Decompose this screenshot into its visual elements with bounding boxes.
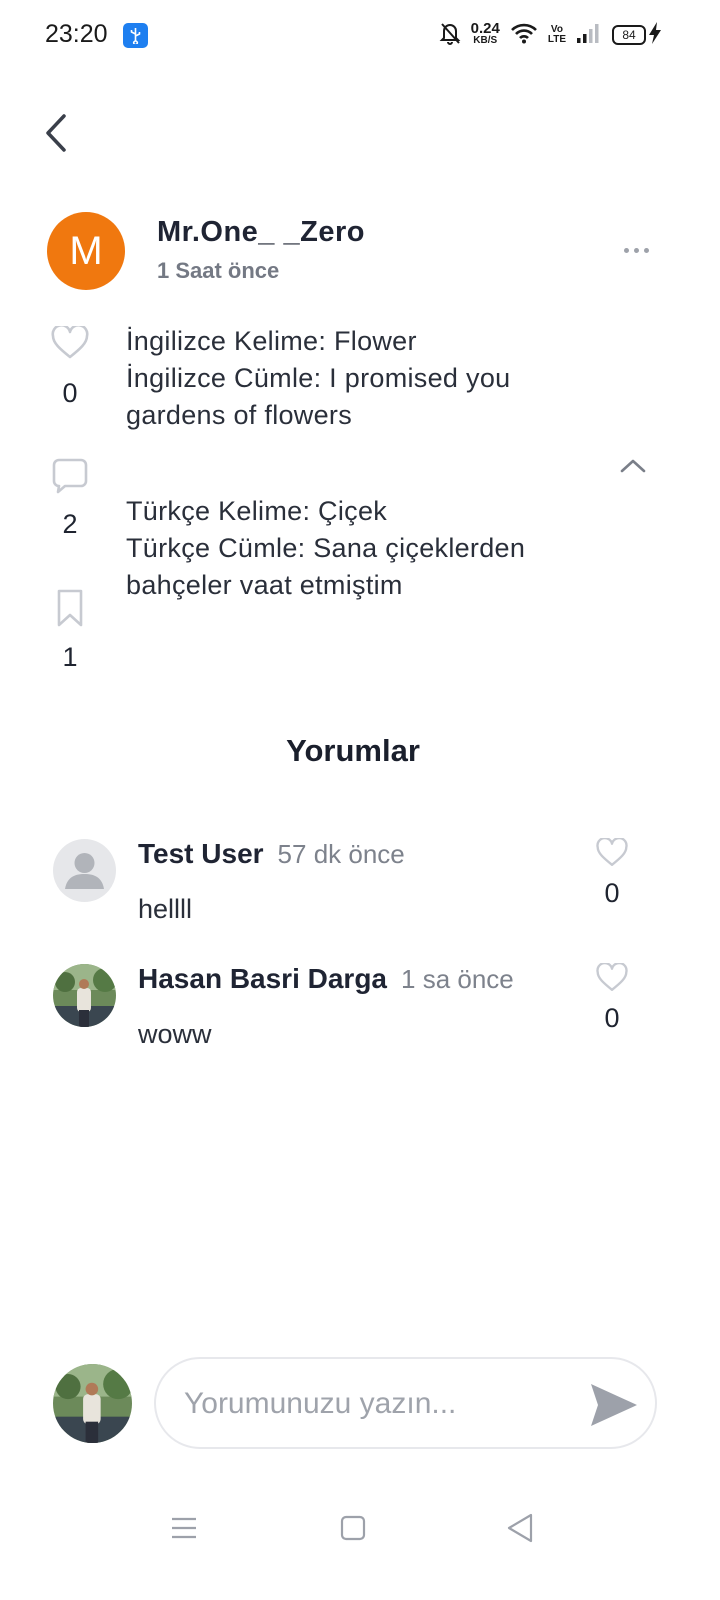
text-line: Türkçe Kelime: Çiçek bbox=[126, 496, 388, 526]
comment-like-count: 0 bbox=[604, 878, 620, 908]
text-line: gardens of flowers bbox=[126, 400, 353, 430]
square-icon bbox=[340, 1515, 366, 1541]
nav-back-button[interactable] bbox=[500, 1508, 540, 1548]
comment-avatar[interactable] bbox=[53, 964, 116, 1027]
heart-icon bbox=[596, 838, 628, 866]
network-speed: 0.24 KB/S bbox=[470, 20, 500, 47]
comment-count: 2 bbox=[62, 509, 78, 539]
speed-value: 0.24 bbox=[470, 20, 500, 37]
text-line: bahçeler vaat etmiştim bbox=[126, 570, 403, 600]
triangle-back-icon bbox=[507, 1513, 533, 1543]
post-comment-action[interactable]: 2 bbox=[48, 457, 92, 540]
post-text-english: İngilizce Kelime: Flower İngilizce Cümle… bbox=[126, 323, 510, 434]
comment-user[interactable]: Hasan Basri Darga 1 sa önce bbox=[138, 963, 514, 995]
text-line: İngilizce Cümle: I promised you bbox=[126, 363, 511, 393]
comment-like-button[interactable]: 0 bbox=[594, 963, 630, 1034]
post-author-name[interactable]: Mr.One_ _Zero bbox=[157, 216, 365, 249]
heart-icon bbox=[596, 963, 628, 991]
chevron-left-icon bbox=[46, 114, 66, 152]
comment-time: 1 sa önce bbox=[401, 964, 514, 994]
more-options-button[interactable] bbox=[618, 236, 654, 264]
heart-icon bbox=[51, 326, 89, 359]
menu-icon bbox=[172, 1517, 196, 1539]
comment-like-count: 0 bbox=[604, 1003, 620, 1033]
post-text-turkish: Türkçe Kelime: Çiçek Türkçe Cümle: Sana … bbox=[126, 493, 525, 604]
dot bbox=[633, 247, 639, 253]
battery-indicator: 84 bbox=[612, 25, 646, 45]
collapse-button[interactable] bbox=[618, 454, 648, 478]
comment-username: Test User bbox=[138, 838, 264, 869]
comment-item: Test User 57 dk önce hellll 0 bbox=[0, 838, 720, 948]
speed-unit: KB/S bbox=[473, 35, 498, 46]
text-line: İngilizce Kelime: Flower bbox=[126, 326, 417, 356]
usb-icon bbox=[123, 23, 148, 48]
comment-like-button[interactable]: 0 bbox=[594, 838, 630, 909]
back-button[interactable] bbox=[36, 108, 76, 158]
text-line: Türkçe Cümle: Sana çiçeklerden bbox=[126, 533, 526, 563]
dot bbox=[643, 247, 649, 253]
mute-bell-icon bbox=[439, 21, 461, 50]
like-count: 0 bbox=[62, 378, 78, 408]
post-like-action[interactable]: 0 bbox=[48, 326, 92, 409]
comment-input[interactable] bbox=[184, 1379, 564, 1429]
post-bookmark-action[interactable]: 1 bbox=[48, 588, 92, 673]
charging-icon bbox=[648, 21, 662, 50]
user-photo bbox=[53, 1364, 132, 1443]
post-time: 1 Saat önce bbox=[157, 258, 280, 283]
signal-icon bbox=[576, 22, 602, 49]
volte-indicator: Vo LTE bbox=[548, 25, 566, 45]
comment-user[interactable]: Test User 57 dk önce bbox=[138, 838, 405, 870]
comment-icon bbox=[52, 458, 88, 494]
bookmark-icon bbox=[57, 589, 83, 627]
battery-level: 84 bbox=[622, 28, 636, 42]
default-user-icon bbox=[53, 839, 116, 902]
user-photo bbox=[53, 964, 116, 1027]
comment-item: Hasan Basri Darga 1 sa önce woww 0 bbox=[0, 963, 720, 1073]
author-avatar[interactable]: M bbox=[47, 212, 125, 290]
wifi-icon bbox=[510, 22, 538, 49]
status-bar: 23:20 0.24 KB/S Vo LTE 84 bbox=[0, 0, 720, 70]
comment-text: hellll bbox=[138, 894, 193, 924]
comment-time: 57 dk önce bbox=[277, 839, 405, 869]
comment-compose-box bbox=[154, 1357, 657, 1449]
current-user-avatar[interactable] bbox=[53, 1364, 132, 1443]
comment-username: Hasan Basri Darga bbox=[138, 963, 388, 994]
comment-avatar[interactable] bbox=[53, 839, 116, 902]
send-button[interactable] bbox=[586, 1377, 642, 1433]
bookmark-count: 1 bbox=[62, 642, 78, 672]
chevron-up-icon bbox=[620, 459, 646, 473]
status-time: 23:20 bbox=[45, 20, 108, 48]
system-nav-bar bbox=[0, 1490, 720, 1560]
avatar-letter: M bbox=[69, 228, 103, 273]
volte-bottom: LTE bbox=[547, 34, 566, 45]
dot bbox=[623, 247, 629, 253]
nav-home-button[interactable] bbox=[333, 1508, 373, 1548]
comments-title: Yorumlar bbox=[286, 733, 420, 768]
comment-text: woww bbox=[138, 1019, 212, 1049]
nav-menu-button[interactable] bbox=[164, 1508, 204, 1548]
send-icon bbox=[591, 1384, 637, 1426]
